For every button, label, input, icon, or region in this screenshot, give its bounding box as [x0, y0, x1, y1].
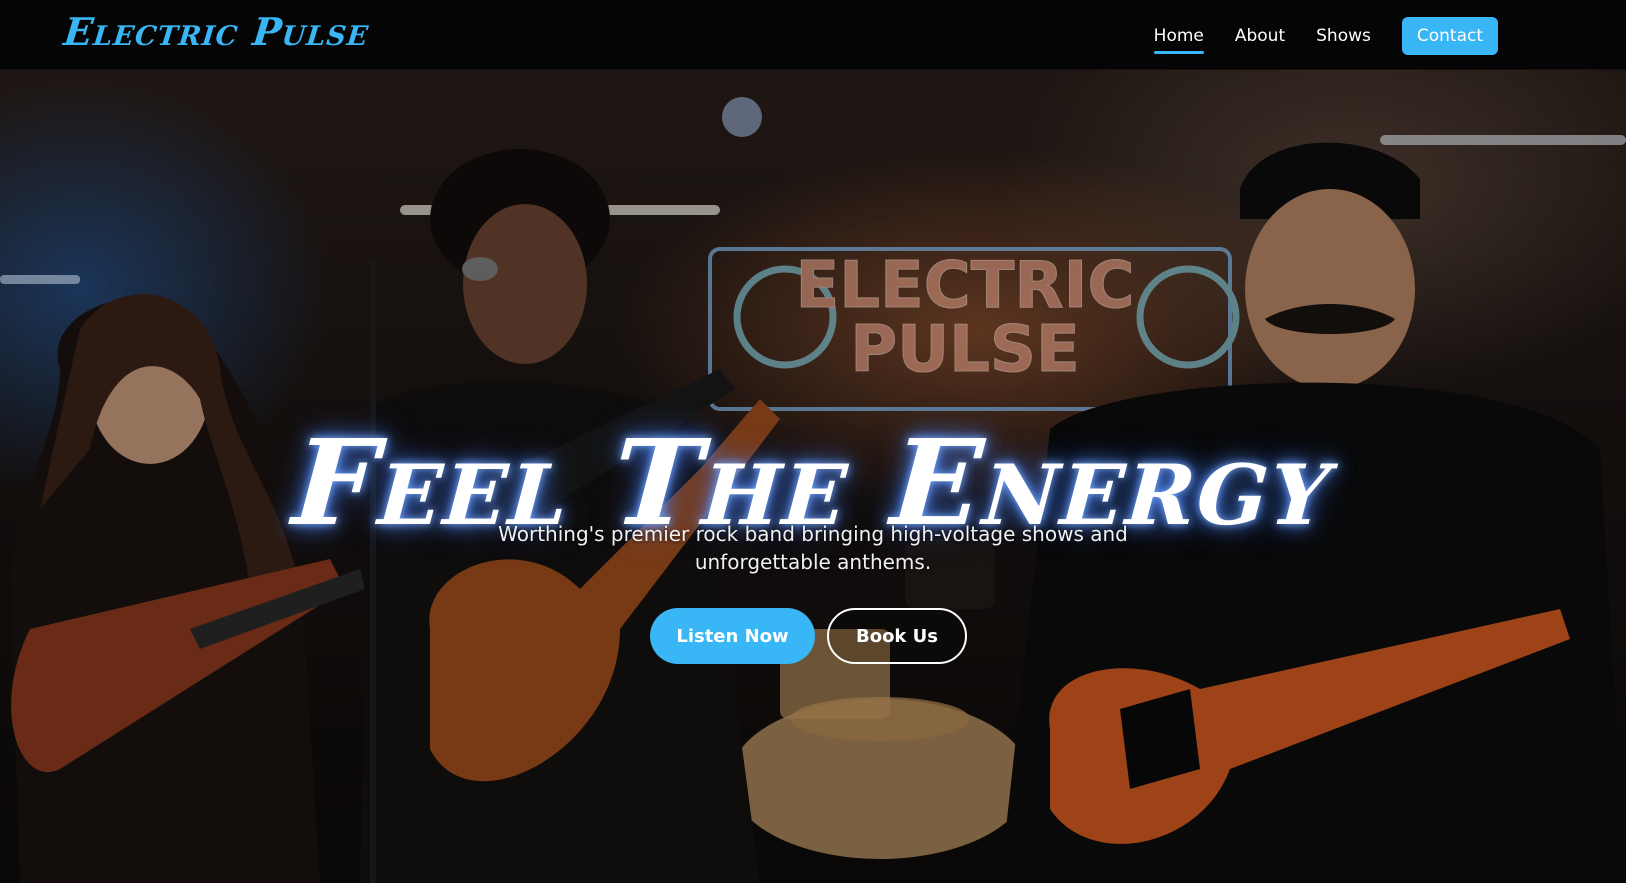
nav-link-shows[interactable]: Shows — [1316, 18, 1371, 54]
main-nav: Home About Shows Contact — [1123, 17, 1498, 55]
contact-button[interactable]: Contact — [1401, 17, 1498, 55]
site-header: Electric Pulse Home About Shows Contact — [0, 0, 1626, 70]
listen-now-button[interactable]: Listen Now — [650, 608, 815, 664]
nav-link-about[interactable]: About — [1235, 18, 1285, 54]
page: Electric Pulse Home About Shows Contact … — [0, 0, 1626, 883]
site-logo[interactable]: Electric Pulse — [62, 9, 372, 54]
hero-cta-group: Listen Now Book Us — [650, 608, 967, 664]
hero-subtitle: Worthing's premier rock band bringing hi… — [498, 522, 1128, 574]
hero-section: ELECTRIC PULSE Feel The Energy Worthing'… — [0, 69, 1626, 883]
book-us-button[interactable]: Book Us — [827, 608, 967, 664]
nav-link-home[interactable]: Home — [1153, 18, 1205, 54]
